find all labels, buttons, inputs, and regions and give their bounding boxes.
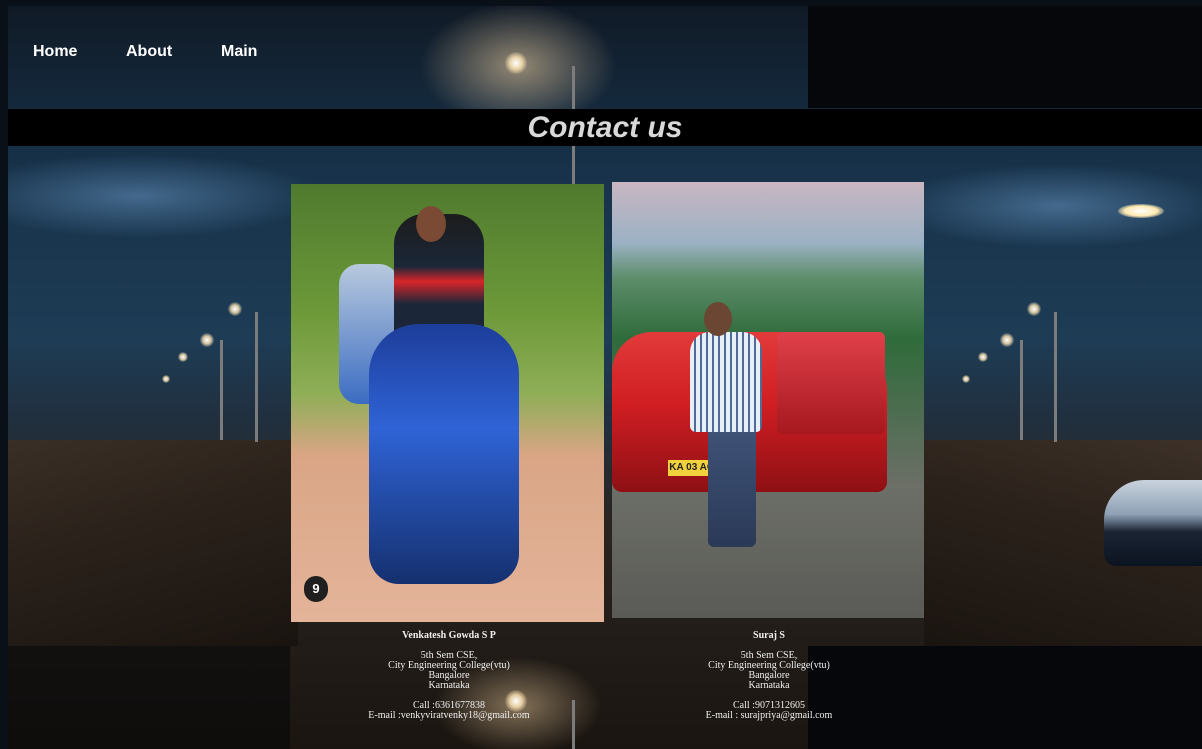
title-bar: Contact us [8,109,1202,146]
page-title: Contact us [527,111,683,144]
lamp-glow [1000,333,1014,347]
lamp-glow [228,302,242,316]
street-lamp [572,700,575,749]
contact-card-suraj: Suraj S 5th Sem CSE, City Engineering Co… [669,629,869,721]
street-lamp [220,340,223,440]
street-lamp [255,312,258,442]
lamp-glow [1027,302,1041,316]
motorcycle [369,324,519,584]
lamp-glow [505,52,527,74]
lamp-glow [162,375,170,383]
police-car [1104,480,1202,566]
person-head [704,302,732,336]
contact-email[interactable]: E-mail :venkyviratvenky18@gmail.com [349,711,549,721]
car-door [777,332,885,434]
contact-photo-venkatesh: 9 [291,184,604,622]
nav-about-link[interactable]: About [126,42,172,62]
contact-state: Karnataka [748,680,790,691]
street-lamp [1020,340,1023,440]
street-lamp [1054,312,1057,442]
nav-home-link[interactable]: Home [33,42,77,62]
person-figure [690,332,762,432]
contact-photo-suraj: KA 03 AG [612,182,924,618]
nav-main-link[interactable]: Main [221,42,257,62]
dark-band-left-bottom [8,646,290,749]
person-legs [708,427,756,547]
person-head [416,206,446,242]
photo-badge[interactable]: 9 [304,576,328,602]
contact-card-venkatesh: Venkatesh Gowda S P 5th Sem CSE, City En… [349,629,549,721]
contact-name: Venkatesh Gowda S P [402,630,496,641]
lamp-glow [178,352,188,362]
road-left [8,440,298,646]
lamp-glow [978,352,988,362]
lamp-glow [200,333,214,347]
contact-email[interactable]: E-mail : surajpriya@gmail.com [669,711,869,721]
contact-name: Suraj S [753,630,785,641]
ufo-light [1118,204,1164,218]
contact-state: Karnataka [428,680,470,691]
dark-band-top [808,6,1202,108]
lamp-glow [962,375,970,383]
